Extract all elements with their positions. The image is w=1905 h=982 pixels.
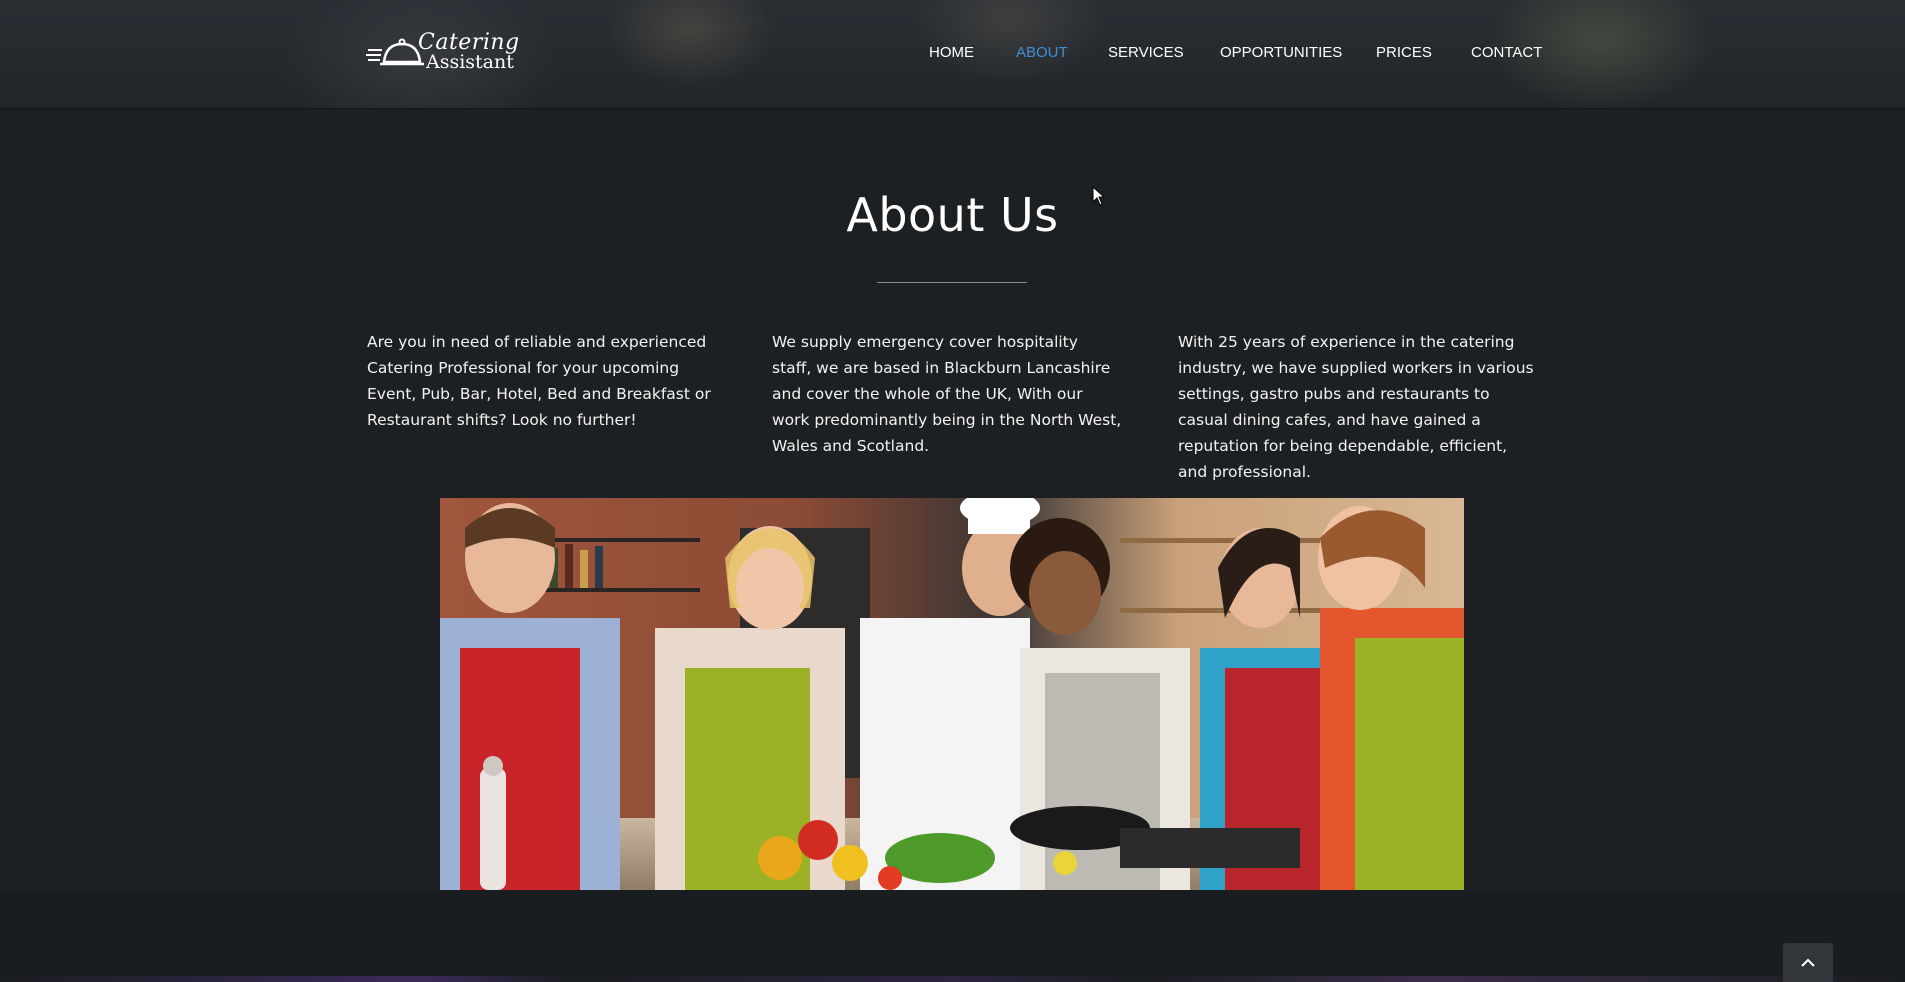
nav-prices[interactable]: PRICES [1376, 44, 1432, 61]
section-title: About Us [846, 188, 1059, 242]
page: Catering Assistant HOME ABOUT SERVICES O… [0, 0, 1905, 982]
about-column-1: Are you in need of reliable and experien… [367, 333, 711, 429]
footer-image-strip [0, 976, 1905, 982]
about-column-3: With 25 years of experience in the cater… [1178, 333, 1534, 481]
about-column-2: We supply emergency cover hospitality st… [772, 333, 1122, 455]
footer-band [0, 890, 1905, 982]
main-nav: HOME ABOUT SERVICES OPPORTUNITIES PRICES… [0, 44, 1905, 64]
nav-contact[interactable]: CONTACT [1471, 44, 1542, 61]
mouse-cursor-icon [1092, 186, 1106, 206]
chevron-up-icon [1801, 958, 1815, 967]
site-header: Catering Assistant HOME ABOUT SERVICES O… [0, 0, 1905, 109]
title-divider [877, 282, 1027, 283]
nav-about[interactable]: ABOUT [1016, 44, 1068, 61]
cooking-class-photo [440, 498, 1464, 890]
nav-services[interactable]: SERVICES [1108, 44, 1184, 61]
nav-home[interactable]: HOME [929, 44, 974, 61]
nav-opportunities[interactable]: OPPORTUNITIES [1220, 44, 1342, 61]
scroll-to-top-button[interactable] [1783, 943, 1833, 982]
